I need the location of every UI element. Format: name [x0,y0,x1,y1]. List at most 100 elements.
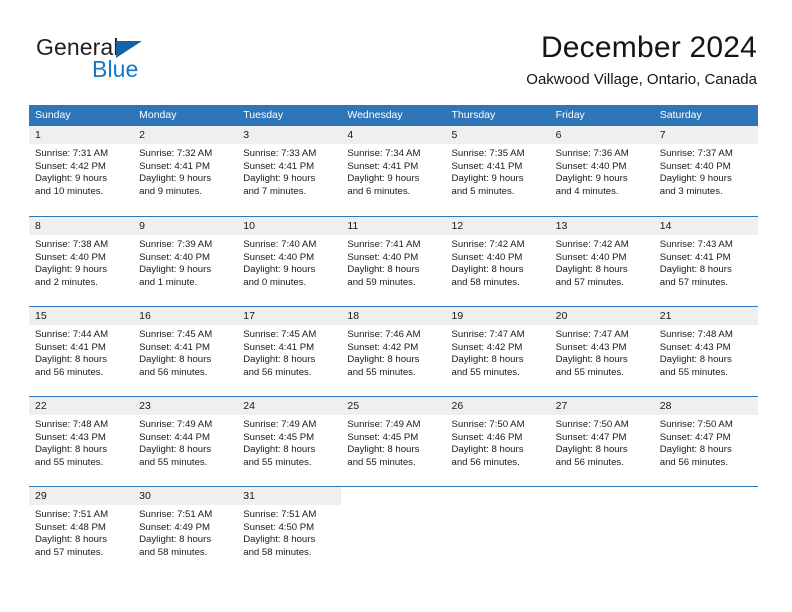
day-number: 18 [341,307,446,325]
weekday-header-tuesday: Tuesday [243,109,284,121]
day-cell[interactable]: 9 Sunrise: 7:39 AM Sunset: 4:40 PM Dayli… [133,217,238,306]
day-cell[interactable]: 4 Sunrise: 7:34 AM Sunset: 4:41 PM Dayli… [341,126,446,216]
general-blue-logo[interactable]: General Blue [36,34,256,86]
day-number: 2 [133,126,238,144]
day-cell[interactable]: 5 Sunrise: 7:35 AM Sunset: 4:41 PM Dayli… [445,126,550,216]
day-number: 9 [133,217,238,235]
day-cell[interactable]: 10 Sunrise: 7:40 AM Sunset: 4:40 PM Dayl… [237,217,342,306]
day-details: Sunrise: 7:34 AM Sunset: 4:41 PM Dayligh… [341,144,445,198]
daylight-text-line1: Daylight: 8 hours [243,534,316,546]
sunrise-text: Sunrise: 7:32 AM [139,148,213,159]
day-details: Sunrise: 7:48 AM Sunset: 4:43 PM Dayligh… [654,325,758,379]
logo-text-blue: Blue [92,56,139,82]
day-cell[interactable]: 23 Sunrise: 7:49 AM Sunset: 4:44 PM Dayl… [133,397,238,486]
sunset-text: Sunset: 4:40 PM [243,251,315,263]
day-cell[interactable]: 18 Sunrise: 7:46 AM Sunset: 4:42 PM Dayl… [341,307,446,396]
day-number: 31 [237,487,342,505]
sunset-text: Sunset: 4:46 PM [451,431,523,443]
day-details: Sunrise: 7:49 AM Sunset: 4:45 PM Dayligh… [237,415,341,469]
day-number: 16 [133,307,238,325]
day-cell[interactable]: 15 Sunrise: 7:44 AM Sunset: 4:41 PM Dayl… [29,307,134,396]
day-cell[interactable]: 2 Sunrise: 7:32 AM Sunset: 4:41 PM Dayli… [133,126,238,216]
sunset-text: Sunset: 4:49 PM [139,521,211,533]
day-cell-empty [446,487,550,576]
sunrise-text: Sunrise: 7:51 AM [243,509,317,520]
day-number: 23 [133,397,238,415]
day-cell[interactable]: 13 Sunrise: 7:42 AM Sunset: 4:40 PM Dayl… [549,217,654,306]
day-cell[interactable]: 6 Sunrise: 7:36 AM Sunset: 4:40 PM Dayli… [549,126,654,216]
day-details: Sunrise: 7:43 AM Sunset: 4:41 PM Dayligh… [654,235,758,289]
day-cell[interactable]: 19 Sunrise: 7:47 AM Sunset: 4:42 PM Dayl… [445,307,550,396]
daylight-text-line2: and 5 minutes. [451,185,515,197]
day-details: Sunrise: 7:51 AM Sunset: 4:48 PM Dayligh… [29,505,133,559]
daylight-text-line2: and 57 minutes. [555,276,624,288]
day-number: 26 [445,397,550,415]
sunset-text: Sunset: 4:40 PM [555,251,627,263]
sunrise-text: Sunrise: 7:36 AM [555,148,629,159]
day-cell[interactable]: 25 Sunrise: 7:49 AM Sunset: 4:45 PM Dayl… [341,397,446,486]
day-cell[interactable]: 7 Sunrise: 7:37 AM Sunset: 4:40 PM Dayli… [653,126,758,216]
day-cell[interactable]: 14 Sunrise: 7:43 AM Sunset: 4:41 PM Dayl… [653,217,758,306]
sunset-text: Sunset: 4:50 PM [243,521,315,533]
day-cell[interactable]: 24 Sunrise: 7:49 AM Sunset: 4:45 PM Dayl… [237,397,342,486]
day-cell[interactable]: 12 Sunrise: 7:42 AM Sunset: 4:40 PM Dayl… [445,217,550,306]
sunrise-text: Sunrise: 7:45 AM [139,329,213,340]
daylight-text-line2: and 57 minutes. [659,276,729,288]
calendar-grid: Sunday Monday Tuesday Wednesday Thursday… [29,105,758,576]
sunset-text: Sunset: 4:41 PM [451,160,523,172]
sunset-text: Sunset: 4:41 PM [139,341,211,353]
daylight-text-line1: Daylight: 8 hours [139,444,212,456]
sunrise-text: Sunrise: 7:49 AM [243,419,317,430]
day-cell[interactable]: 30 Sunrise: 7:51 AM Sunset: 4:49 PM Dayl… [133,487,238,576]
daylight-text-line2: and 58 minutes. [451,276,520,288]
day-number: 25 [341,397,446,415]
daylight-text-line2: and 56 minutes. [451,456,520,468]
day-details: Sunrise: 7:51 AM Sunset: 4:50 PM Dayligh… [237,505,341,559]
day-cell[interactable]: 22 Sunrise: 7:48 AM Sunset: 4:43 PM Dayl… [29,397,134,486]
day-cell[interactable]: 3 Sunrise: 7:33 AM Sunset: 4:41 PM Dayli… [237,126,342,216]
sunset-text: Sunset: 4:43 PM [659,341,731,353]
sunrise-text: Sunrise: 7:51 AM [35,509,109,520]
day-cell[interactable]: 21 Sunrise: 7:48 AM Sunset: 4:43 PM Dayl… [653,307,758,396]
calendar-week-row: 15 Sunrise: 7:44 AM Sunset: 4:41 PM Dayl… [29,306,758,396]
day-details: Sunrise: 7:50 AM Sunset: 4:47 PM Dayligh… [550,415,654,469]
day-cell[interactable]: 1 Sunrise: 7:31 AM Sunset: 4:42 PM Dayli… [29,126,134,216]
sunrise-text: Sunrise: 7:51 AM [139,509,213,520]
daylight-text-line1: Daylight: 8 hours [35,534,107,546]
day-number: 19 [445,307,550,325]
day-details: Sunrise: 7:42 AM Sunset: 4:40 PM Dayligh… [446,235,550,289]
day-cell[interactable]: 16 Sunrise: 7:45 AM Sunset: 4:41 PM Dayl… [133,307,238,396]
sunset-text: Sunset: 4:41 PM [243,341,315,353]
day-cell[interactable]: 29 Sunrise: 7:51 AM Sunset: 4:48 PM Dayl… [29,487,134,576]
sunrise-text: Sunrise: 7:33 AM [243,148,317,159]
day-number [341,487,445,505]
day-cell[interactable]: 11 Sunrise: 7:41 AM Sunset: 4:40 PM Dayl… [341,217,446,306]
daylight-text-line2: and 57 minutes. [35,546,104,558]
day-cell[interactable]: 31 Sunrise: 7:51 AM Sunset: 4:50 PM Dayl… [237,487,342,576]
sunrise-text: Sunrise: 7:45 AM [243,329,317,340]
day-cell[interactable]: 8 Sunrise: 7:38 AM Sunset: 4:40 PM Dayli… [29,217,134,306]
day-cell[interactable]: 28 Sunrise: 7:50 AM Sunset: 4:47 PM Dayl… [653,397,758,486]
daylight-text-line2: and 55 minutes. [555,366,624,378]
sunrise-text: Sunrise: 7:42 AM [555,239,629,250]
day-details: Sunrise: 7:49 AM Sunset: 4:44 PM Dayligh… [133,415,237,469]
sunset-text: Sunset: 4:40 PM [347,251,419,263]
daylight-text-line1: Daylight: 9 hours [243,173,316,185]
day-cell[interactable]: 26 Sunrise: 7:50 AM Sunset: 4:46 PM Dayl… [445,397,550,486]
sunrise-text: Sunrise: 7:47 AM [451,329,525,340]
day-details: Sunrise: 7:45 AM Sunset: 4:41 PM Dayligh… [237,325,341,379]
daylight-text-line2: and 10 minutes. [35,185,104,197]
day-cell[interactable]: 20 Sunrise: 7:47 AM Sunset: 4:43 PM Dayl… [549,307,654,396]
daylight-text-line2: and 55 minutes. [35,456,104,468]
day-number: 6 [549,126,654,144]
sunset-text: Sunset: 4:42 PM [35,160,106,172]
day-number: 12 [445,217,550,235]
weekday-header-thursday: Thursday [451,109,496,121]
daylight-text-line1: Daylight: 9 hours [139,264,212,276]
day-cell[interactable]: 27 Sunrise: 7:50 AM Sunset: 4:47 PM Dayl… [549,397,654,486]
daylight-text-line2: and 58 minutes. [139,546,208,558]
sunset-text: Sunset: 4:41 PM [243,160,315,172]
daylight-text-line1: Daylight: 8 hours [243,354,316,366]
day-number [550,487,654,505]
day-cell[interactable]: 17 Sunrise: 7:45 AM Sunset: 4:41 PM Dayl… [237,307,342,396]
